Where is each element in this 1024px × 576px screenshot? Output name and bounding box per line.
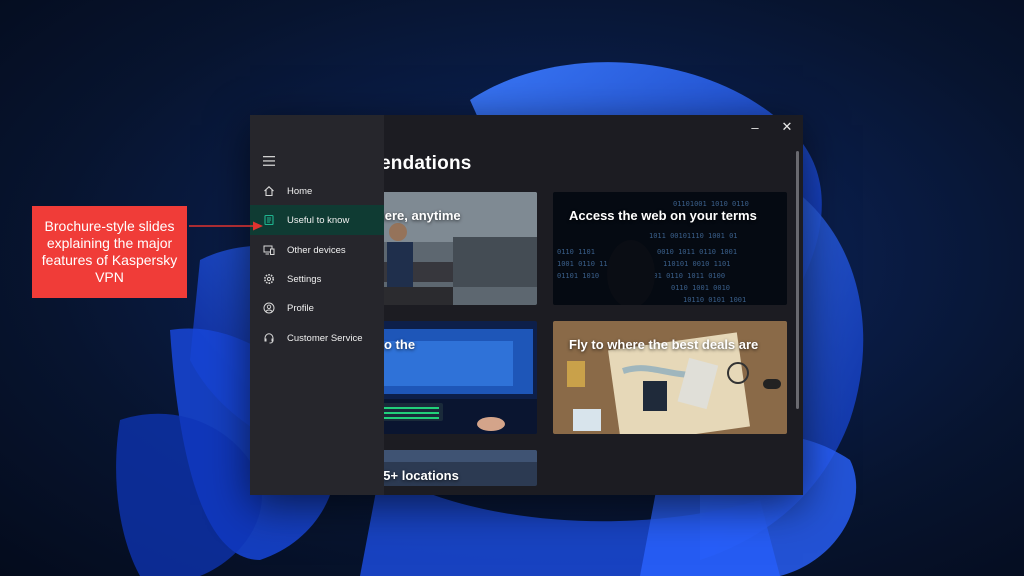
card-title: Access the web on your terms (569, 208, 757, 223)
sidebar-item-label: Other devices (287, 244, 346, 256)
minimize-button[interactable]: – (739, 115, 771, 139)
svg-text:0110 1001 0010: 0110 1001 0010 (671, 284, 730, 292)
svg-text:110101 0010 1101: 110101 0010 1101 (663, 260, 730, 268)
profile-icon (262, 302, 275, 315)
vertical-scrollbar[interactable] (796, 151, 799, 409)
card-travel-deals[interactable]: Fly to where the best deals are (553, 321, 787, 434)
svg-text:01101 1010: 01101 1010 (557, 272, 599, 280)
window-controls: – ✕ (739, 115, 803, 139)
sidebar-item-other-devices[interactable]: Other devices (250, 235, 384, 265)
sidebar-item-useful-to-know[interactable]: Useful to know (250, 205, 384, 235)
close-button[interactable]: ✕ (771, 115, 803, 139)
card-access-web[interactable]: 01101001 1010 0110 1011 00101110 1001 01… (553, 192, 787, 305)
card-title: Fly to where the best deals are (569, 337, 759, 352)
svg-text:0010 1011 0110 1001: 0010 1011 0110 1001 (657, 248, 737, 256)
svg-text:01101001 1010 0110: 01101001 1010 0110 (673, 200, 749, 208)
minimize-icon: – (751, 119, 759, 135)
sidebar-item-label: Settings (287, 273, 322, 285)
svg-text:1001 0110 1011 0100: 1001 0110 1011 0100 (645, 272, 725, 280)
page-title: endations (380, 153, 472, 174)
sidebar-item-label: Customer Service (287, 332, 363, 344)
sidebar-item-settings[interactable]: Settings (250, 264, 384, 294)
headset-icon (262, 332, 275, 345)
svg-text:1001 0110 11: 1001 0110 11 (557, 260, 608, 268)
close-icon: ✕ (781, 119, 793, 134)
devices-icon (262, 244, 275, 257)
sidebar-item-profile[interactable]: Profile (250, 293, 384, 323)
sidebar-item-customer-service[interactable]: Customer Service (250, 323, 384, 353)
sidebar-item-label: Profile (287, 302, 314, 314)
svg-text:1011 00101110 1001 01: 1011 00101110 1001 01 (649, 232, 738, 240)
gear-icon (262, 273, 275, 286)
sidebar-item-home[interactable]: Home (250, 176, 384, 206)
svg-text:10110 0101 1001: 10110 0101 1001 (683, 296, 746, 304)
sidebar-item-label: Home (287, 185, 313, 197)
svg-text:0110 1101: 0110 1101 (557, 248, 595, 256)
annotation-callout: Brochure-style slides explaining the maj… (32, 206, 187, 298)
sidebar-item-label: Useful to know (287, 214, 350, 226)
annotation-arrow (189, 221, 263, 231)
navigation-sidebar: Home Useful to know Other devices Settin… (250, 115, 384, 495)
home-icon (262, 185, 275, 198)
hamburger-icon[interactable] (262, 155, 276, 167)
kaspersky-vpn-window: endations ess anywhere, anytime 01101001… (250, 115, 803, 495)
